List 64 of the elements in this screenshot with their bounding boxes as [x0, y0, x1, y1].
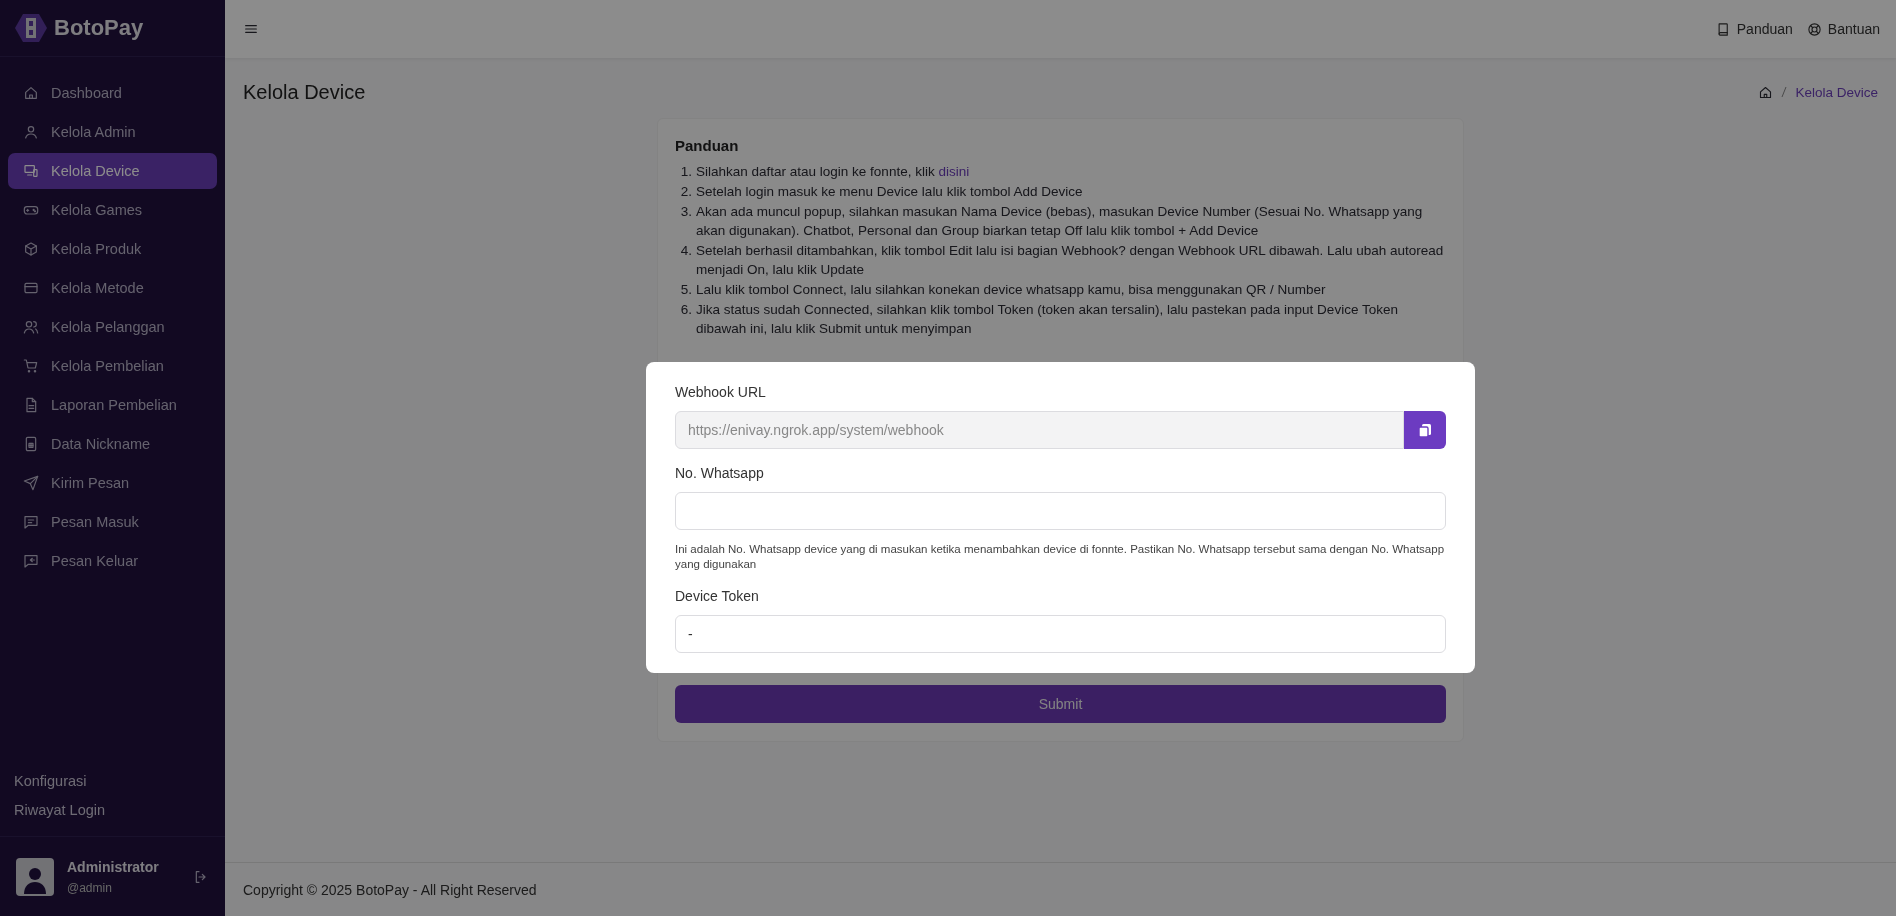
sidebar-item[interactable]: Kirim Pesan [8, 465, 217, 501]
header-link[interactable]: Bantuan [1806, 21, 1880, 37]
step-text: Akan ada muncul popup, silahkan masukan Nama Device (bebas), masukan Device Number (Sesuai No. Whatsapp yang akan digunakan). Chatbot, Personal dan Group biarkan tetap Off lalu klik tombol + Add Device [696, 203, 1424, 240]
book-icon [1715, 21, 1731, 37]
sidebar-item[interactable]: Kelola Device [8, 153, 217, 189]
user-icon [23, 124, 39, 140]
copyright-text: Copyright © 2025 BotoPay - All Right Reserved [243, 881, 537, 898]
box-icon [23, 241, 39, 257]
step-number: 4. [679, 242, 692, 260]
brand-name: BotoPay [54, 15, 144, 41]
cart-icon [23, 358, 39, 374]
file-icon [23, 436, 39, 452]
message-icon [23, 514, 39, 530]
breadcrumb-separator [1781, 86, 1788, 98]
help-text: Ini adalah No. Whatsapp device yang di masukan ketika menambahkan device di fonnte. Pastikan No. Whatsapp tersebut sama dengan No. Whatsapp yang digunakan [675, 542, 1446, 572]
link[interactable]: disini [938, 164, 970, 179]
sidebar-item[interactable]: Laporan Pembelian [8, 387, 217, 423]
sidebar-item[interactable]: Kelola Games [8, 192, 217, 228]
step-text: Setelah login masuk ke menu Device lalu klik tombol Add Device [696, 183, 1083, 201]
sidebar-item[interactable]: Kelola Metode [8, 270, 217, 306]
sidebar-item[interactable]: Kelola Produk [8, 231, 217, 267]
input-field[interactable] [675, 492, 1446, 530]
sidebar-item[interactable]: Kelola Pelanggan [8, 309, 217, 345]
send-icon [23, 475, 39, 491]
step-number: 5. [679, 281, 692, 299]
home-icon [23, 85, 39, 101]
field-label: No. Whatsapp [675, 465, 765, 481]
step-text: Lalu klik tombol Connect, lalu silahkan konekan device whatsapp kamu, bisa menggunakan QR / Number [696, 281, 1326, 299]
logo-icon [14, 13, 48, 43]
sidebar-link[interactable]: Riwayat Login [14, 802, 211, 818]
guide-title: Panduan [675, 137, 740, 154]
devices-icon [23, 163, 39, 179]
step-text: Setelah berhasil ditambahkan, klik tombol Edit lalu isi bagian Webhook? dengan Webhook URL dibawah. Lalu ubah autoread menjadi On, lalu klik Update [696, 242, 1445, 279]
input-field[interactable]: - [675, 615, 1446, 653]
document-icon [23, 397, 39, 413]
home-icon[interactable] [1758, 84, 1774, 100]
page-title: Kelola Device [243, 80, 366, 104]
step-text: Jika status sudah Connected, silahkan klik tombol Token (token akan tersalin), lalu pastekan pada input Device Token dibawah ini, lalu klik Submit untuk menyimpan [696, 301, 1399, 338]
sidebar-item[interactable]: Pesan Keluar [8, 543, 217, 579]
breadcrumb-current: Kelola Device [1795, 84, 1878, 100]
submit-button[interactable]: Submit [675, 685, 1446, 723]
step-number: 6. [679, 301, 692, 319]
sidebar-item[interactable]: Kelola Admin [8, 114, 217, 150]
sidebar-item[interactable]: Pesan Masuk [8, 504, 217, 540]
users-icon [23, 319, 39, 335]
sidebar-item[interactable]: Kelola Pembelian [8, 348, 217, 384]
header-link[interactable]: Panduan [1715, 21, 1793, 37]
sidebar-link[interactable]: Konfigurasi [14, 773, 211, 789]
step-number: 2. [679, 183, 692, 201]
field-label: Device Token [675, 588, 760, 604]
message-icon [23, 553, 39, 569]
step-number: 3. [679, 203, 692, 221]
copy-icon [1418, 422, 1432, 438]
user-handle: @admin [67, 880, 113, 895]
copy-button[interactable] [1404, 411, 1446, 449]
user-name: Administrator [67, 858, 160, 875]
lifebuoy-icon [1806, 21, 1822, 37]
card-icon [23, 280, 39, 296]
avatar [16, 857, 54, 896]
step-text: Silahkan daftar atau login ke fonnte, klik disini [696, 163, 970, 181]
sidebar-item[interactable]: Dashboard [8, 75, 217, 111]
step-number: 1. [679, 163, 692, 181]
sidebar-item[interactable]: Data Nickname [8, 426, 217, 462]
field-label: Webhook URL [675, 384, 767, 400]
